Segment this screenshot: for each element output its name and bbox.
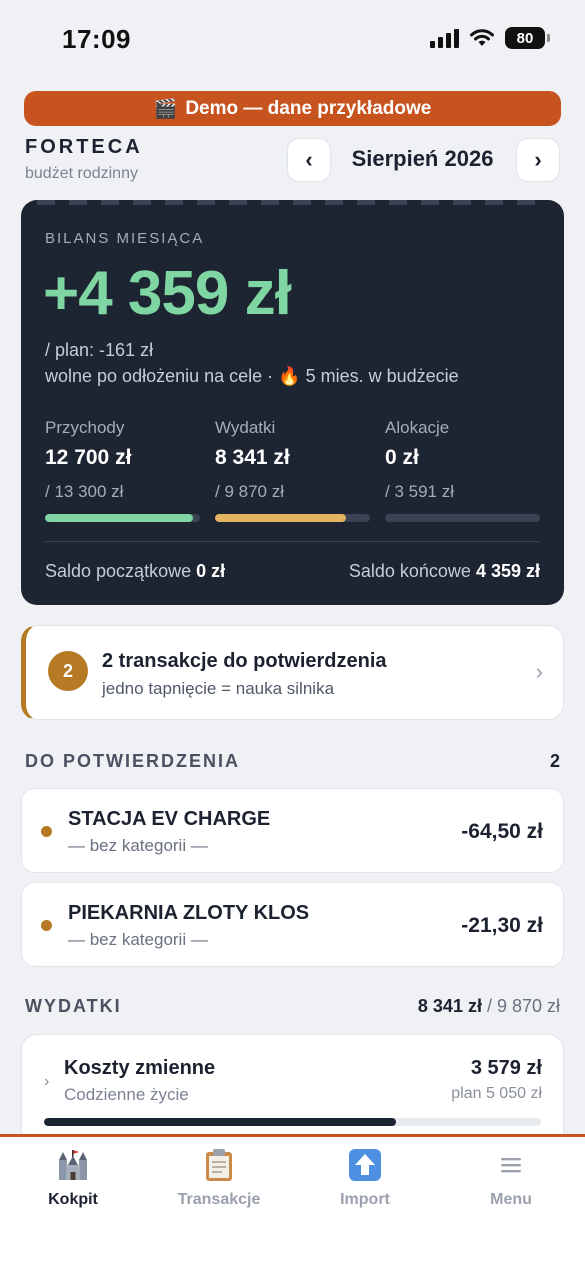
decorative-dashes (37, 200, 548, 205)
transaction-category: — bez kategorii — (68, 836, 208, 855)
pending-section-title: DO POTWIERDZENIA (25, 751, 240, 771)
expense-category-plan: plan 5 050 zł (451, 1085, 542, 1102)
pending-section-count: 2 (549, 751, 560, 771)
balance-card: BILANS MIESIĄCA +4 359 zł / plan: -161 z… (21, 200, 564, 605)
transaction-amount: -64,50 zł (461, 820, 543, 843)
saldo-end: Saldo końcowe 4 359 zł (348, 561, 540, 581)
brand: FORTECA budżet rodzinny (25, 136, 143, 183)
income-plan: / 13 300 zł (45, 482, 124, 501)
expense-category-title: Koszty zmienne (64, 1057, 216, 1079)
allocations-progress-bar (385, 514, 540, 522)
clipboard-icon (146, 1147, 292, 1183)
status-dot (41, 826, 52, 837)
app-subtitle: budżet rodzinny (25, 165, 138, 182)
expenses-plan: / 9 870 zł (215, 482, 284, 501)
allocations-plan: / 3 591 zł (385, 482, 454, 501)
wifi-icon (470, 29, 494, 46)
pending-count-badge: 2 (48, 651, 88, 691)
balance-amount: +4 359 zł (43, 259, 292, 328)
battery-icon: 80 (505, 27, 550, 49)
transaction-category: — bez kategorii — (68, 930, 208, 949)
status-bar: 17:09 80 (0, 0, 585, 80)
expense-category-subtitle: Codzienne życie (64, 1085, 189, 1104)
tab-label: Import (340, 1191, 390, 1208)
app-name: FORTECA (25, 136, 143, 158)
cellular-signal-icon (430, 28, 459, 48)
tab-transakcje[interactable]: Transakcje (146, 1147, 292, 1209)
tab-label: Kokpit (48, 1191, 98, 1208)
income-column: Przychody 12 700 zł / 13 300 zł (45, 418, 200, 522)
tab-label: Transakcje (177, 1191, 261, 1208)
expenses-value: 8 341 zł (215, 446, 290, 469)
transaction-name: STACJA EV CHARGE (68, 808, 271, 830)
tab-import[interactable]: Import (292, 1147, 438, 1209)
tab-bar: Kokpit Transakcje Import Menu (0, 1134, 585, 1266)
balance-plan: / plan: -161 zł (45, 340, 154, 360)
transaction-name: PIEKARNIA ZLOTY KLOS (68, 902, 310, 924)
fire-icon: 🔥 (278, 366, 301, 386)
current-month: Sierpień 2026 (351, 146, 494, 171)
chevron-right-icon: › (44, 1073, 50, 1090)
expenses-section-title: WYDATKI (25, 996, 122, 1016)
confirm-title: 2 transakcje do potwierdzenia (102, 650, 387, 672)
expenses-total: 8 341 zł / 9 870 zł (417, 996, 560, 1016)
next-month-button[interactable]: › (516, 138, 560, 182)
allocations-value: 0 zł (385, 446, 419, 469)
expenses-progress-bar (215, 514, 370, 522)
expenses-title: Wydatki (215, 418, 276, 437)
allocations-column: Alokacje 0 zł / 3 591 zł (385, 418, 540, 522)
balance-label: BILANS MIESIĄCA (45, 230, 205, 247)
balance-free-text: wolne po odłożeniu na cele · 🔥 5 mies. w… (45, 366, 459, 386)
clock: 17:09 (62, 24, 131, 54)
prev-month-button[interactable]: ‹ (287, 138, 331, 182)
expense-category-progress-bar (44, 1118, 541, 1126)
expense-category-amount: 3 579 zł (470, 1057, 542, 1079)
list-item[interactable]: STACJA EV CHARGE — bez kategorii — -64,5… (21, 788, 564, 873)
upload-icon (292, 1147, 438, 1183)
clapperboard-icon: 🎬 (153, 98, 178, 120)
confirm-transactions-card[interactable]: 2 2 transakcje do potwierdzenia jedno ta… (21, 625, 564, 720)
tab-kokpit[interactable]: Kokpit (0, 1147, 146, 1209)
tab-menu[interactable]: Menu (438, 1147, 584, 1209)
confirm-subtitle: jedno tapnięcie = nauka silnika (102, 679, 335, 698)
saldo-start: Saldo początkowe 0 zł (45, 561, 226, 581)
status-dot (41, 920, 52, 931)
demo-banner: 🎬 Demo — dane przykładowe (24, 91, 561, 126)
income-progress-bar (45, 514, 200, 522)
tab-label: Menu (490, 1191, 532, 1208)
expenses-column: Wydatki 8 341 zł / 9 870 zł (215, 418, 370, 522)
list-item[interactable]: PIEKARNIA ZLOTY KLOS — bez kategorii — -… (21, 882, 564, 967)
demo-banner-text: Demo — dane przykładowe (185, 97, 432, 119)
transaction-amount: -21,30 zł (461, 914, 543, 937)
castle-icon (0, 1147, 146, 1183)
chevron-right-icon: › (535, 659, 543, 684)
allocations-title: Alokacje (385, 418, 450, 437)
income-value: 12 700 zł (45, 446, 132, 469)
divider (45, 541, 540, 542)
menu-icon (438, 1147, 584, 1183)
income-title: Przychody (45, 418, 125, 437)
